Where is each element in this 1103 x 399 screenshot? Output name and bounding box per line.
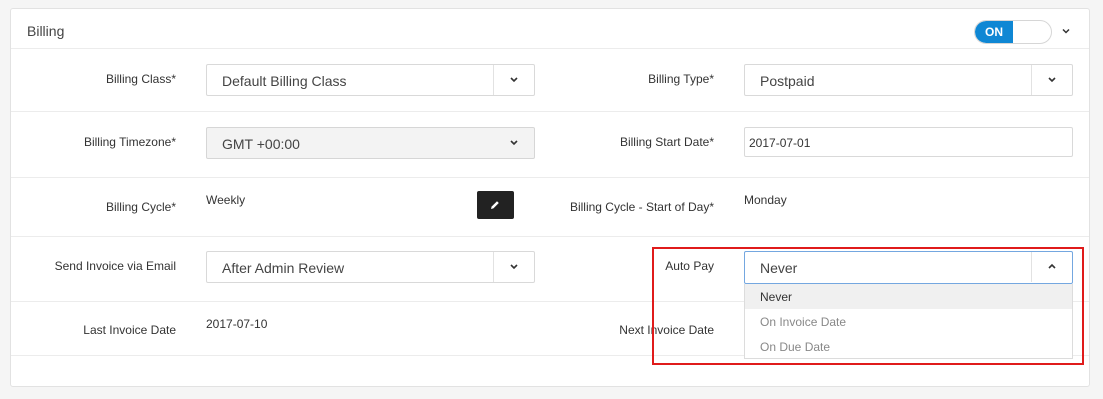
auto-pay-option[interactable]: On Invoice Date — [745, 309, 1072, 334]
billing-type-value: Postpaid — [760, 73, 815, 89]
cycle-start-day-value: Monday — [744, 193, 787, 207]
billing-timezone-value: GMT +00:00 — [222, 136, 300, 152]
auto-pay-option-label: On Invoice Date — [760, 315, 847, 329]
edit-billing-cycle-button[interactable] — [477, 191, 514, 219]
billing-timezone-label: Billing Timezone* — [83, 135, 176, 149]
chevron-down-icon[interactable] — [1060, 25, 1072, 37]
auto-pay-options-list: Never On Invoice Date On Due Date — [744, 284, 1073, 359]
last-invoice-date-label: Last Invoice Date — [83, 323, 176, 337]
divider — [11, 236, 1089, 237]
billing-start-date-field[interactable]: 2017-07-01 — [744, 127, 1073, 157]
billing-toggle[interactable]: ON — [974, 20, 1052, 44]
auto-pay-option[interactable]: On Due Date — [745, 334, 1072, 359]
next-invoice-date-label: Next Invoice Date — [619, 323, 714, 337]
billing-type-label: Billing Type* — [648, 72, 714, 86]
auto-pay-value: Never — [760, 260, 798, 276]
billing-type-select[interactable]: Postpaid — [744, 64, 1073, 96]
auto-pay-select[interactable]: Never — [744, 251, 1073, 284]
last-invoice-date-value: 2017-07-10 — [206, 317, 268, 331]
billing-type-dropdown-button[interactable] — [1031, 65, 1072, 95]
billing-start-date-value: 2017-07-01 — [749, 136, 811, 150]
auto-pay-label: Auto Pay — [665, 259, 714, 273]
chevron-up-icon — [1048, 263, 1056, 269]
billing-class-label: Billing Class* — [105, 72, 176, 86]
send-invoice-label: Send Invoice via Email — [54, 259, 176, 273]
auto-pay-option-label: Never — [760, 290, 793, 304]
billing-start-date-label: Billing Start Date* — [619, 135, 714, 149]
cycle-start-day-label: Billing Cycle - Start of Day* — [569, 200, 714, 214]
auto-pay-dropdown-button[interactable] — [1031, 252, 1072, 282]
billing-timezone-select: GMT +00:00 — [206, 127, 535, 159]
send-invoice-value: After Admin Review — [222, 260, 345, 276]
divider — [11, 111, 1089, 112]
send-invoice-select[interactable]: After Admin Review — [206, 251, 535, 283]
divider — [11, 48, 1089, 49]
billing-class-select[interactable]: Default Billing Class — [206, 64, 535, 96]
chevron-down-icon — [1048, 77, 1056, 83]
pencil-icon — [491, 201, 499, 209]
auto-pay-option-label: On Due Date — [760, 340, 831, 354]
divider — [11, 177, 1089, 178]
auto-pay-option[interactable]: Never — [745, 284, 1072, 309]
toggle-on-label: ON — [975, 21, 1013, 43]
billing-class-value: Default Billing Class — [222, 73, 347, 89]
billing-cycle-label: Billing Cycle* — [105, 200, 176, 214]
billing-cycle-value: Weekly — [206, 193, 246, 207]
panel-title: Billing — [27, 23, 65, 39]
